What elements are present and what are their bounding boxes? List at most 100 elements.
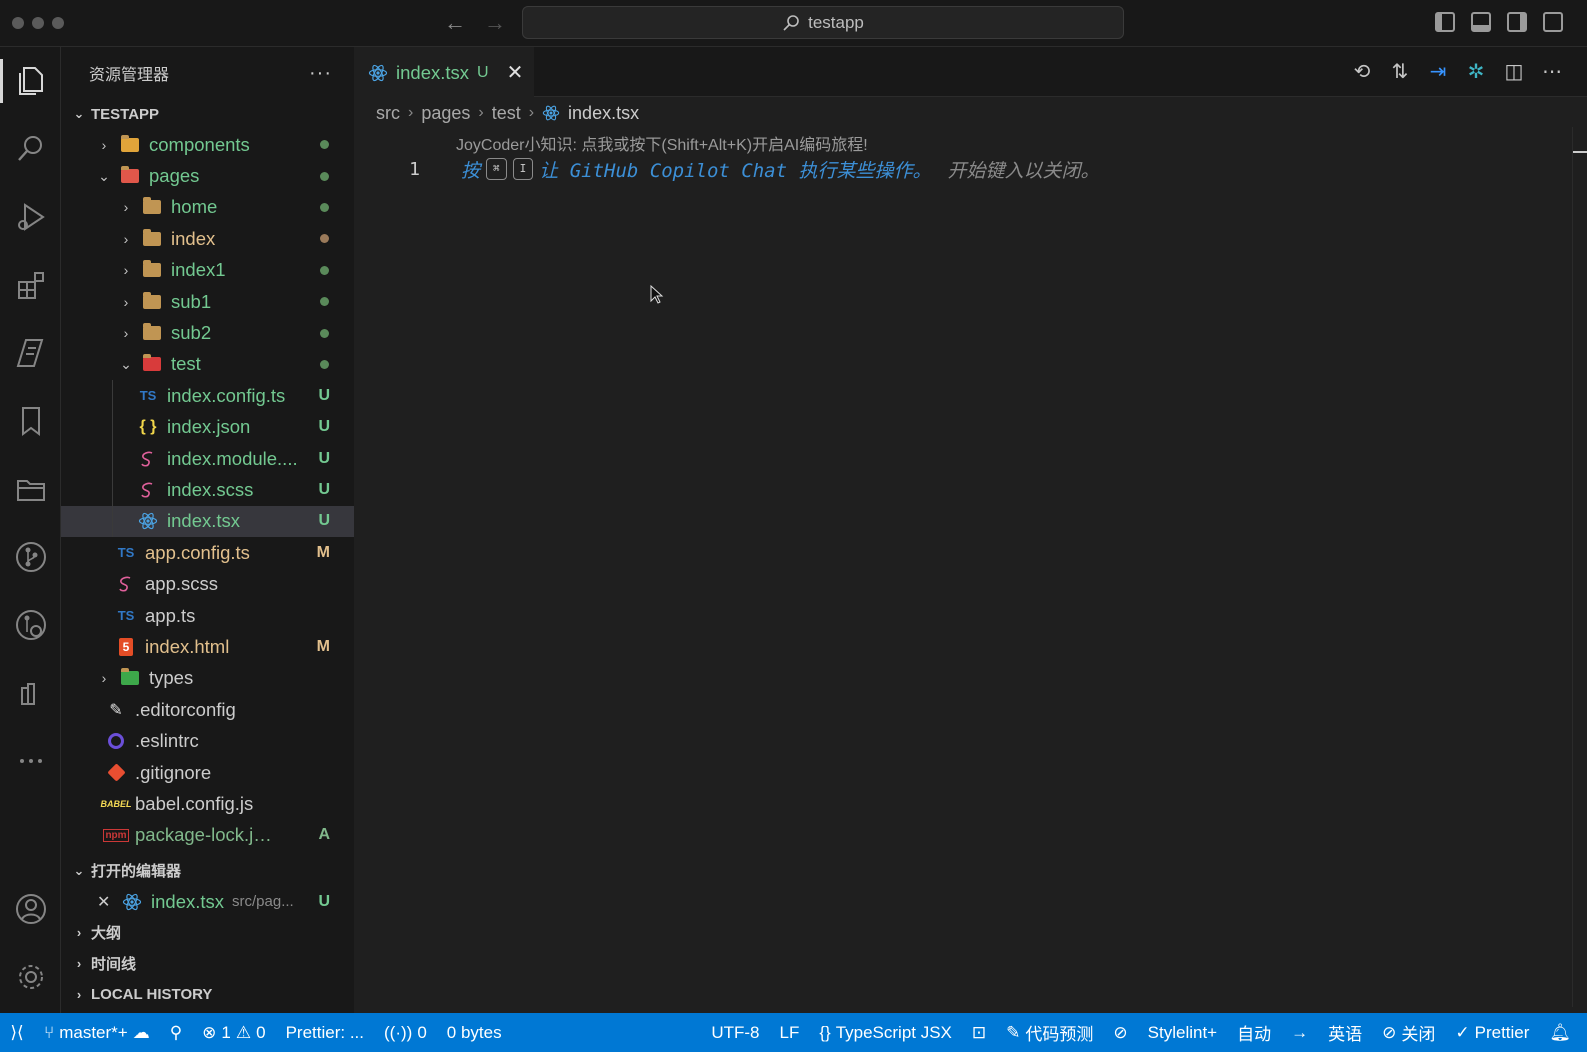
breadcrumb-src[interactable]: src [376, 103, 400, 124]
code-predict[interactable]: ✎ 代码预测 [996, 1020, 1103, 1045]
project-section-header[interactable]: ⌄ TESTAPP [61, 99, 354, 129]
open-editors-header[interactable]: ⌄ 打开的编辑器 [61, 855, 354, 886]
auto-mode[interactable]: 自动 [1227, 1020, 1281, 1045]
tree-folder-pages[interactable]: ⌄ pages [61, 160, 354, 191]
customize-layout-icon[interactable] [1543, 12, 1563, 32]
encoding-selector[interactable]: UTF-8 [701, 1023, 769, 1043]
tree-file-babel-config-js[interactable]: BABEL babel.config.js [61, 788, 354, 819]
tree-file-editorconfig[interactable]: ✎ .editorconfig [61, 694, 354, 725]
prettier-status-short[interactable]: Prettier: ... [276, 1023, 374, 1043]
more-views-icon[interactable] [0, 733, 61, 789]
command-center-text: testapp [808, 12, 864, 32]
notifications-bell-icon[interactable]: 🔔︎ [1539, 1023, 1587, 1043]
toggle-panel-icon[interactable] [1471, 12, 1491, 32]
problems-indicator[interactable]: ⊗ 1 ⚠ 0 [192, 1023, 275, 1043]
ghost-dismiss-text: 开始键入以关闭。 [947, 159, 1100, 182]
remote-explorer-icon[interactable] [0, 665, 61, 721]
extensions-icon[interactable] [0, 257, 61, 313]
code-line-1[interactable]: 1 按 ⌘ I 让 GitHub Copilot Chat 执行某些操作。 开始… [354, 153, 1587, 185]
local-history-header[interactable]: › LOCAL HISTORY [61, 979, 354, 1010]
language-english[interactable]: 英语 [1318, 1020, 1372, 1045]
split-editor-icon[interactable]: ◫ [1503, 59, 1525, 84]
tree-file-gitignore[interactable]: .gitignore [61, 757, 354, 788]
run-debug-icon[interactable] [0, 189, 61, 245]
tree-folder-index1[interactable]: › index1 [61, 255, 354, 286]
toggle-secondary-sidebar-icon[interactable] [1507, 12, 1527, 32]
minimize-window-button[interactable] [32, 17, 44, 29]
tree-folder-index[interactable]: › index [61, 223, 354, 254]
remote-indicator-icon[interactable]: ⟩⟨ [0, 1013, 34, 1052]
search-icon[interactable] [0, 121, 61, 177]
stylelint-status[interactable]: Stylelint+ [1138, 1023, 1227, 1043]
tree-file-index-config-ts[interactable]: TS index.config.ts U [61, 380, 354, 411]
joycoder-hint[interactable]: JoyCoder小知识: 点我或按下(Shift+Alt+K)开启AI编码旅程! [456, 131, 868, 155]
breadcrumb-pages[interactable]: pages [421, 103, 470, 124]
back-arrow-icon[interactable]: ← [444, 10, 466, 36]
tree-folder-types[interactable]: › types [61, 663, 354, 694]
close-icon[interactable]: ✕ [97, 892, 115, 912]
source-control-icon[interactable] [0, 529, 61, 585]
settings-gear-icon[interactable] [0, 949, 61, 1005]
close-tab-icon[interactable]: ✕ [507, 60, 524, 85]
git-graph-icon[interactable]: ⚲ [160, 1023, 192, 1043]
tree-file-app-config-ts[interactable]: TS app.config.ts M [61, 537, 354, 568]
timeline-header[interactable]: › 时间线 [61, 948, 354, 979]
tree-file-index-json[interactable]: { } index.json U [61, 412, 354, 443]
bookmark-icon[interactable] [0, 393, 61, 449]
react-icon [137, 511, 159, 531]
tree-item-label: sub1 [171, 290, 212, 312]
tree-folder-components[interactable]: › components [61, 129, 354, 160]
folder-manager-icon[interactable] [0, 461, 61, 517]
copilot-icon[interactable]: ✲ [1465, 59, 1487, 84]
git-history-icon[interactable] [0, 597, 61, 653]
tree-file-eslintrc[interactable]: .eslintrc [61, 725, 354, 756]
terminal-icon[interactable]: ⊡ [962, 1023, 996, 1043]
outline-header[interactable]: › 大纲 [61, 917, 354, 948]
more-actions-icon[interactable]: ⋯ [1541, 59, 1563, 84]
sync-icon[interactable]: ☁ [133, 1023, 150, 1043]
copilot-status-icon[interactable]: ⊘ [1103, 1023, 1137, 1043]
close-window-button[interactable] [12, 17, 24, 29]
git-branch[interactable]: ⑂ master*+ ☁ [34, 1023, 160, 1043]
tree-file-index-scss[interactable]: index.scss U [61, 474, 354, 505]
more-actions-icon[interactable]: ··· [309, 62, 332, 85]
accounts-icon[interactable] [0, 881, 61, 937]
chevron-right-icon: › [101, 136, 107, 153]
toggle-primary-sidebar-icon[interactable] [1435, 12, 1455, 32]
typescript-icon: TS [139, 388, 157, 404]
tree-folder-test[interactable]: ⌄ test [61, 349, 354, 380]
tree-folder-sub1[interactable]: › sub1 [61, 286, 354, 317]
tree-folder-sub2[interactable]: › sub2 [61, 317, 354, 348]
joycoder-icon[interactable] [0, 325, 61, 381]
explorer-icon[interactable] [0, 53, 61, 109]
tree-file-index-tsx[interactable]: index.tsx U [61, 505, 354, 538]
language-mode[interactable]: {} TypeScript JSX [809, 1023, 962, 1043]
tree-file-index-html[interactable]: 5 index.html M [61, 631, 354, 662]
tree-file-app-scss[interactable]: app.scss [61, 568, 354, 599]
tree-file-index-module[interactable]: index.module.... U [61, 443, 354, 474]
tree-folder-home[interactable]: › home [61, 192, 354, 223]
open-editor-path: src/pag... [232, 893, 294, 911]
open-changes-icon[interactable]: ⇥ [1427, 59, 1449, 84]
history-icon[interactable]: ⟲ [1351, 59, 1373, 84]
compare-changes-icon[interactable]: ⇅ [1389, 59, 1411, 84]
file-size[interactable]: 0 bytes [437, 1023, 512, 1043]
tab-index-tsx[interactable]: index.tsx U ✕ [354, 47, 534, 97]
arrow-right-icon[interactable]: → [1281, 1023, 1318, 1043]
tree-file-package-lock-json[interactable]: npm package-lock.json A [61, 820, 354, 851]
ports-indicator[interactable]: ((·)) 0 [374, 1023, 437, 1043]
forward-arrow-icon[interactable]: → [484, 10, 506, 36]
eol-selector[interactable]: LF [769, 1023, 809, 1043]
breadcrumb-test[interactable]: test [492, 103, 521, 124]
code-predict-label: 代码预测 [1025, 1025, 1094, 1044]
breadcrumb-file[interactable]: index.tsx [568, 103, 639, 124]
i-key: I [512, 158, 534, 180]
open-editor-item[interactable]: ✕ index.tsx src/pag... U [61, 886, 354, 917]
maximize-window-button[interactable] [52, 17, 64, 29]
prettier-status[interactable]: ✓ Prettier [1445, 1023, 1539, 1043]
scrollbar-thumb[interactable] [1573, 151, 1587, 153]
close-toggle[interactable]: ⊘ 关闭 [1372, 1020, 1445, 1045]
window-controls[interactable] [12, 17, 64, 29]
command-center-search[interactable]: testapp [522, 6, 1124, 39]
tree-file-app-ts[interactable]: TS app.ts [61, 600, 354, 631]
